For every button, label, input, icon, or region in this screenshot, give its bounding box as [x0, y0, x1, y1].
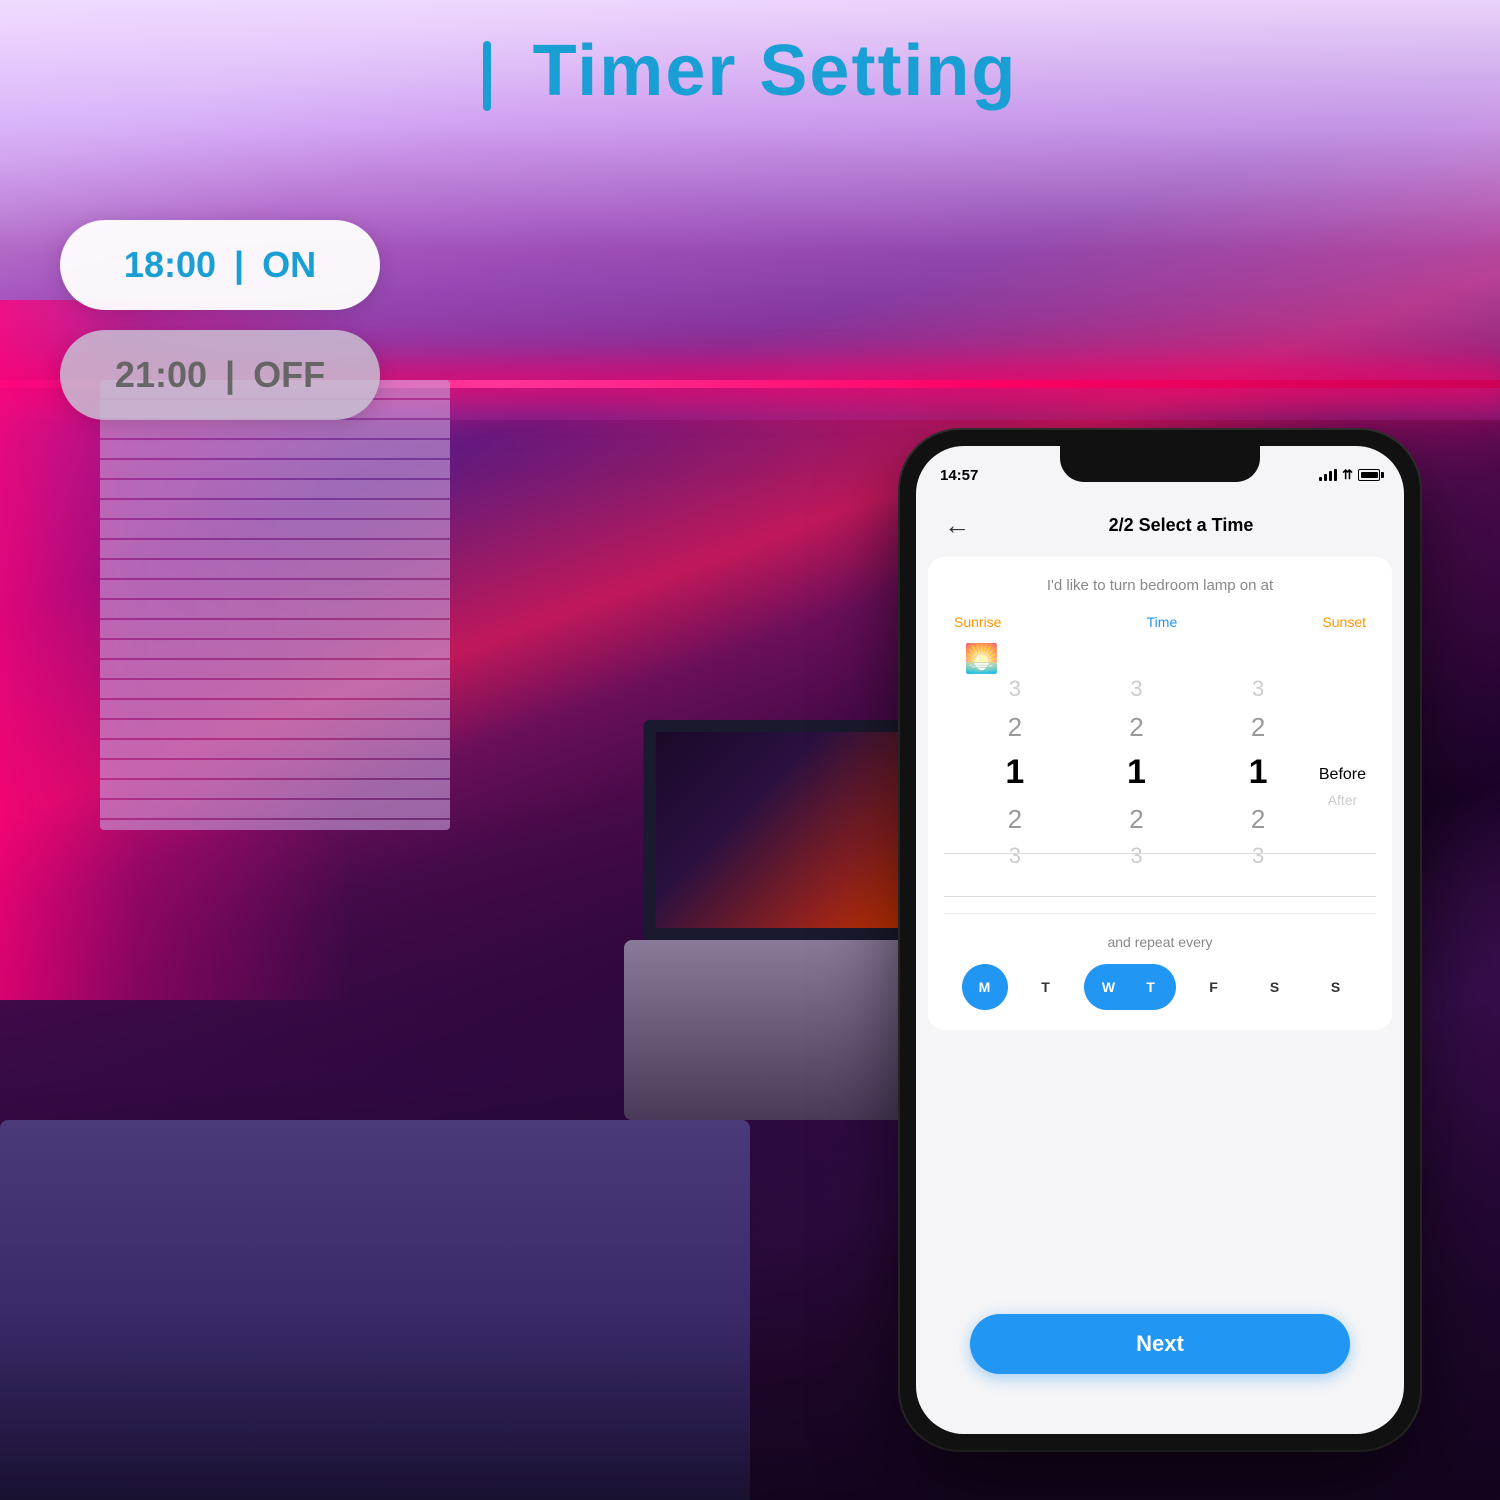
phone-device: 14:57 ⇈ ← 2/2 Select a Ti [900, 430, 1420, 1450]
battery-icon [1358, 469, 1380, 481]
drum-num-c3-1: 1 [1249, 749, 1268, 797]
window-blinds [100, 380, 450, 830]
app-header: ← 2/2 Select a Time [916, 498, 1404, 557]
page-header: Timer Setting [0, 30, 1500, 112]
drum-num-2b: 2 [1008, 801, 1022, 837]
day-saturday[interactable]: S [1252, 964, 1298, 1010]
day-friday[interactable]: F [1191, 964, 1237, 1010]
status-time: 14:57 [940, 467, 978, 484]
drum-column-2[interactable]: 3 2 1 2 3 [1076, 674, 1198, 872]
timer-badge-off: 21:00 | OFF [60, 330, 380, 420]
day-monday[interactable]: M [962, 964, 1008, 1010]
sunrise-icon: 🌅 [964, 642, 999, 675]
day-buttons-row: M T W T [954, 964, 1366, 1010]
drum-column-1[interactable]: 3 2 1 2 3 [954, 674, 1076, 872]
title-text: Timer Setting [533, 31, 1018, 111]
drum-num-c2-2a: 2 [1129, 709, 1143, 745]
sunrise-label: Sunrise [954, 614, 1001, 630]
day-thursday[interactable]: T [1130, 964, 1176, 1010]
sunset-label: Sunset [1322, 614, 1366, 630]
time-picker-drum[interactable]: 3 2 1 2 3 3 2 1 2 3 [944, 683, 1376, 863]
timer-off-time: 21:00 [115, 354, 207, 396]
signal-icon [1319, 469, 1337, 481]
phone-screen: 14:57 ⇈ ← 2/2 Select a Ti [916, 446, 1404, 1434]
day-wednesday[interactable]: W [1084, 964, 1130, 1010]
time-picker-header: Sunrise Time Sunset [944, 614, 1376, 630]
next-button-label: Next [1136, 1331, 1184, 1357]
status-icons: ⇈ [1319, 467, 1380, 483]
drum-num-2a: 2 [1008, 709, 1022, 745]
drum-num-c3-2b: 2 [1251, 801, 1265, 837]
title-bar-decoration [483, 41, 491, 111]
drum-num-3a: 3 [1009, 674, 1021, 705]
drum-num-c3-3a: 3 [1252, 674, 1264, 705]
drum-num-1a: 1 [1005, 749, 1024, 797]
timer-badges-container: 18:00 | ON 21:00 | OFF [60, 220, 380, 440]
next-button-container: Next [916, 1314, 1404, 1374]
app-content: I'd like to turn bedroom lamp on at Sunr… [928, 557, 1392, 1030]
phone-container: 14:57 ⇈ ← 2/2 Select a Ti [900, 430, 1420, 1450]
drum-num-c2-1a: 1 [1127, 749, 1146, 797]
day-sunday[interactable]: S [1313, 964, 1359, 1010]
phone-notch [1060, 446, 1260, 482]
day-range-wt: W T [1084, 964, 1176, 1010]
before-after-column: Before After [1319, 738, 1366, 808]
drum-column-3[interactable]: 3 2 1 2 3 [1197, 674, 1319, 872]
repeat-label: and repeat every [954, 934, 1366, 950]
drum-num-c2-2b: 2 [1129, 801, 1143, 837]
after-label: After [1328, 792, 1358, 808]
back-button[interactable]: ← [936, 506, 978, 545]
timer-on-action: ON [262, 244, 316, 286]
timer-off-action: OFF [253, 354, 325, 396]
screen-title: 2/2 Select a Time [978, 515, 1384, 536]
time-label: Time [1147, 614, 1178, 630]
next-button[interactable]: Next [970, 1314, 1350, 1374]
timer-off-separator: | [215, 354, 245, 396]
drum-num-c3-2a: 2 [1251, 709, 1265, 745]
timer-on-time: 18:00 [124, 244, 216, 286]
before-label: Before [1319, 766, 1366, 784]
divider-1 [944, 913, 1376, 914]
wifi-icon: ⇈ [1342, 467, 1353, 483]
day-tuesday[interactable]: T [1023, 964, 1069, 1010]
drum-num-c2-3a: 3 [1130, 674, 1142, 705]
timer-on-separator: | [224, 244, 254, 286]
description-text: I'd like to turn bedroom lamp on at [944, 577, 1376, 594]
bed-area [0, 1120, 750, 1500]
page-title: Timer Setting [0, 30, 1500, 112]
repeat-section: and repeat every M T [944, 934, 1376, 1010]
timer-badge-on: 18:00 | ON [60, 220, 380, 310]
